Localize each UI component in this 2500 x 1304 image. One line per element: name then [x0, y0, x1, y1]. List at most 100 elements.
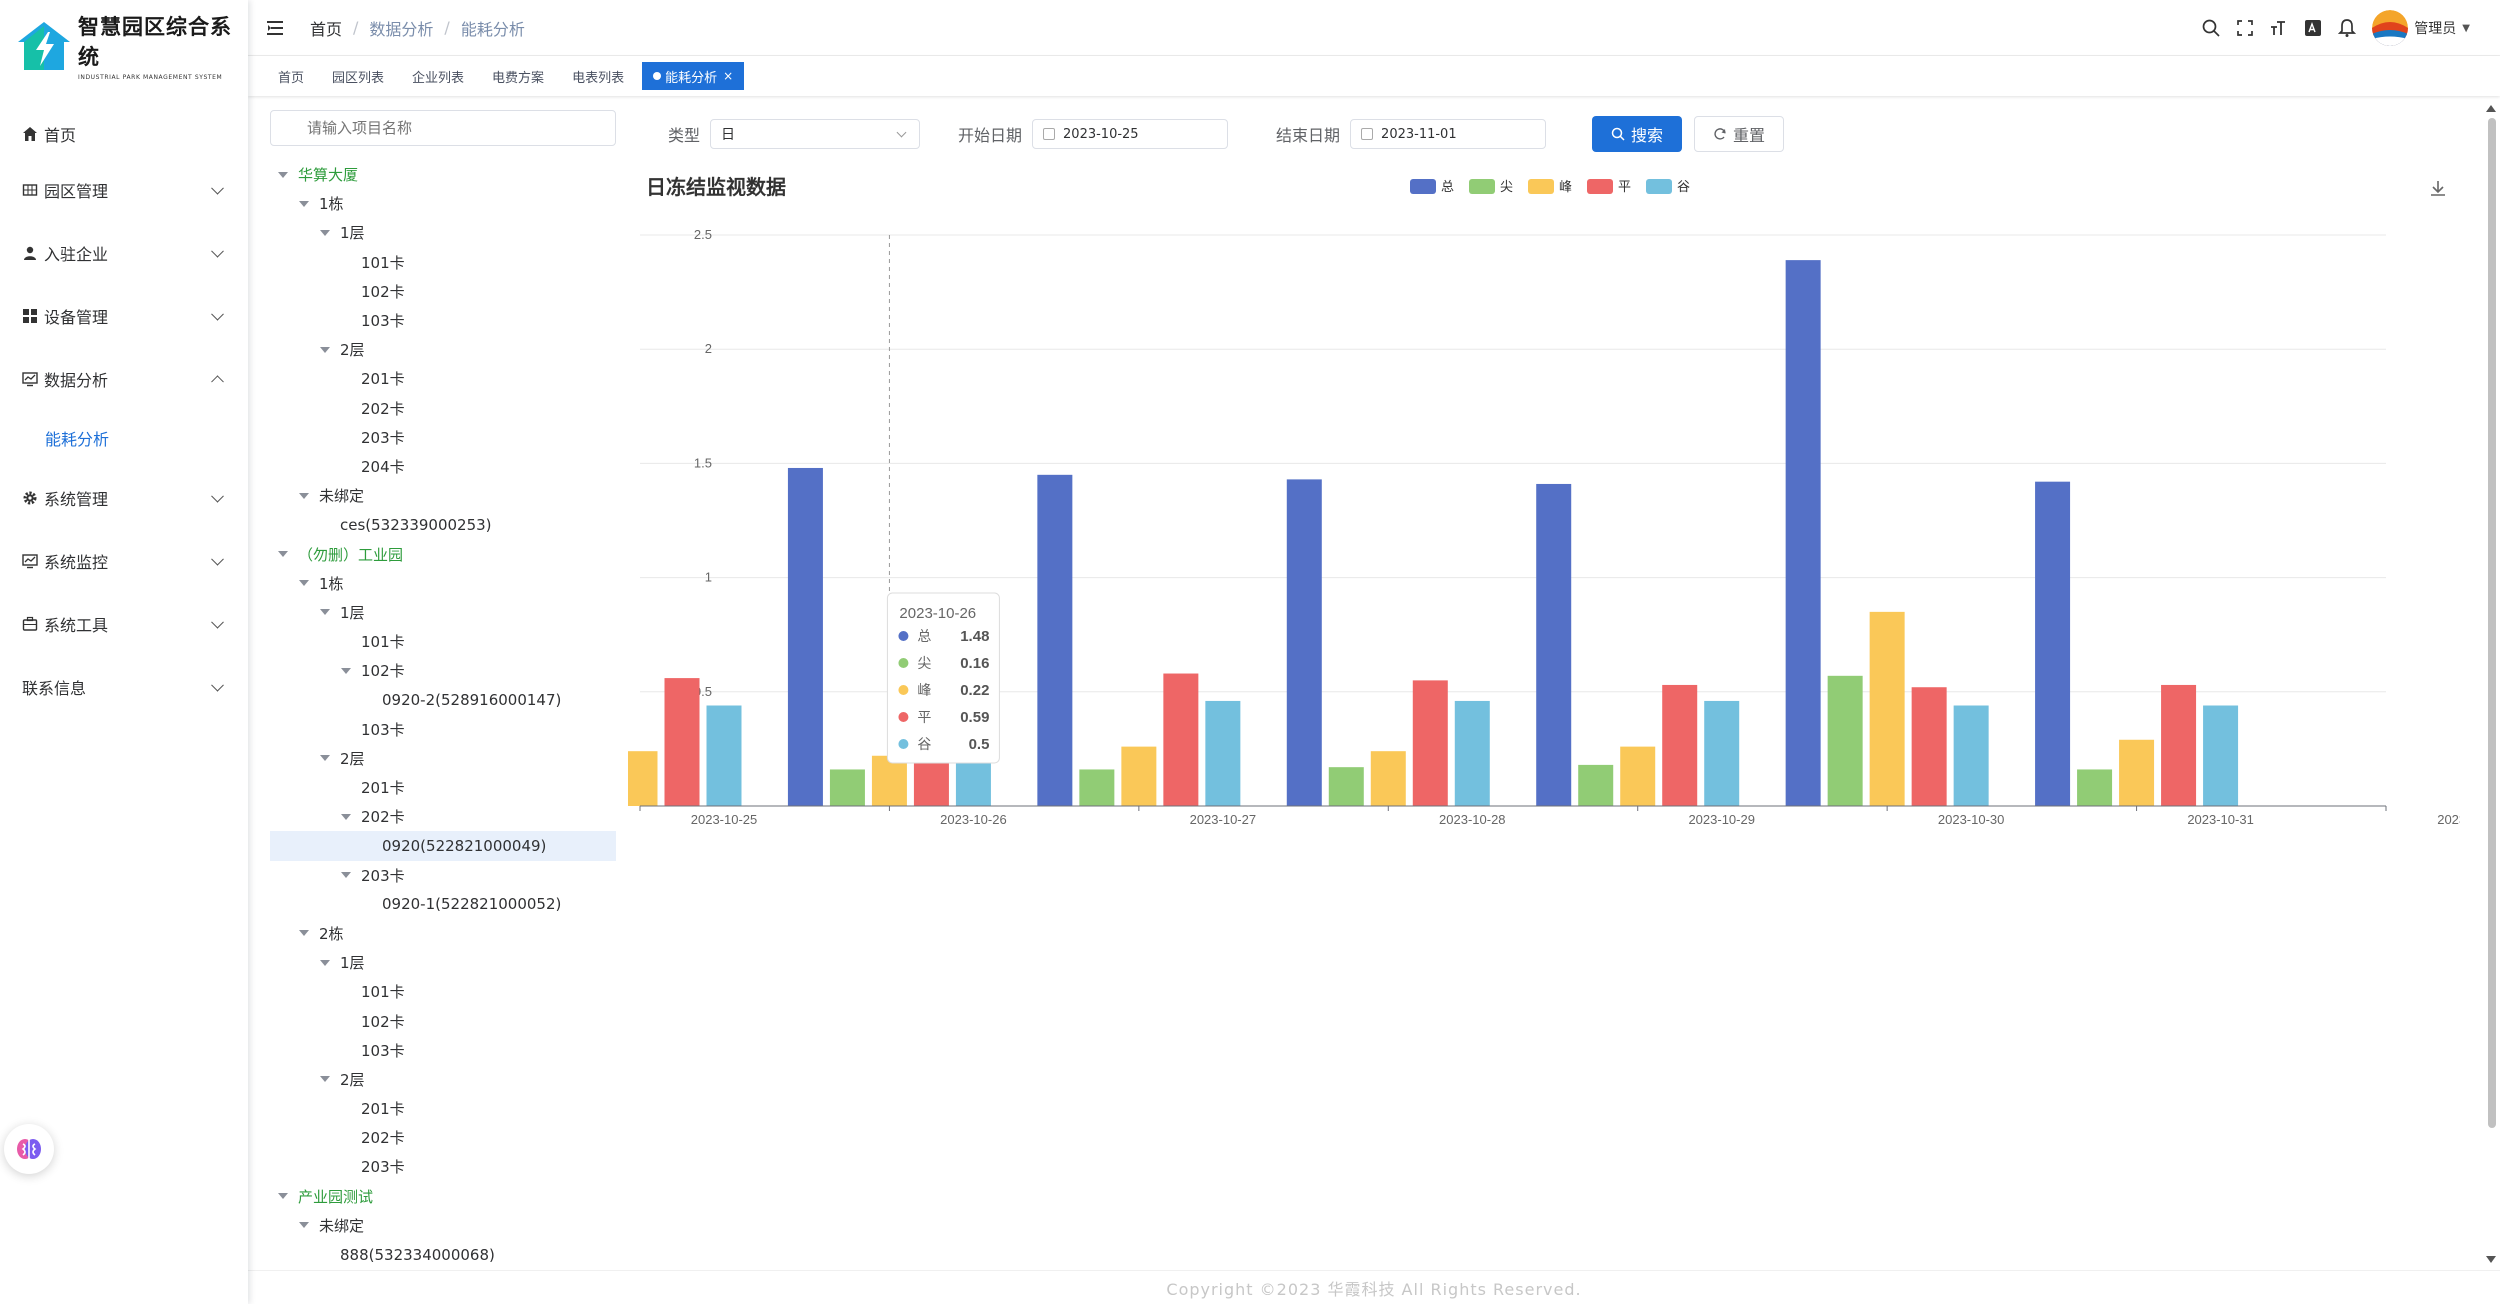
sidebar-subitem-energy[interactable]: 能耗分析 — [0, 410, 248, 466]
tree-node[interactable]: 产业园测试 — [270, 1182, 616, 1211]
tree-node[interactable]: 未绑定 — [270, 1211, 616, 1240]
page-scrollbar[interactable] — [2480, 100, 2500, 1270]
tree-node[interactable]: 101卡 — [270, 627, 616, 656]
search-button[interactable]: 搜索 — [1592, 116, 1683, 152]
tree-expand-icon[interactable] — [278, 171, 288, 178]
project-search-input[interactable] — [270, 110, 616, 146]
close-icon[interactable]: × — [723, 69, 733, 83]
tree-node[interactable]: 0920(522821000049) — [270, 831, 616, 861]
tree-expand-icon[interactable] — [320, 755, 330, 762]
user-name[interactable]: 管理员 — [2414, 18, 2456, 38]
tree-node[interactable]: 102卡 — [270, 277, 616, 306]
tag-enterprise-list[interactable]: 企业列表 — [402, 62, 475, 90]
tag-home[interactable]: 首页 — [268, 62, 315, 90]
tree-expand-icon[interactable] — [320, 229, 330, 236]
tree-node[interactable]: 102卡 — [270, 656, 616, 685]
tree-node[interactable]: 101卡 — [270, 977, 616, 1006]
tree-node[interactable]: 2层 — [270, 1065, 616, 1094]
tree-node[interactable]: 103卡 — [270, 715, 616, 744]
tree-node[interactable]: 0920-1(522821000052) — [270, 890, 616, 919]
tree-node[interactable]: 202卡 — [270, 394, 616, 423]
tag-electric-plan[interactable]: 电费方案 — [482, 62, 555, 90]
sidebar-item-device[interactable]: 设备管理 — [0, 284, 248, 347]
sidebar-item-monitor[interactable]: 系统监控 — [0, 529, 248, 592]
tree-node[interactable]: 201卡 — [270, 1094, 616, 1123]
avatar[interactable] — [2372, 10, 2409, 46]
tree-node[interactable]: 1层 — [270, 218, 616, 247]
bell-icon[interactable] — [2336, 17, 2358, 39]
scroll-up-icon[interactable] — [2484, 100, 2500, 120]
breadcrumb-item: 能耗分析 — [460, 19, 525, 39]
tree-node[interactable]: 2层 — [270, 744, 616, 773]
translate-icon[interactable] — [2302, 17, 2324, 39]
tree-node[interactable]: 201卡 — [270, 773, 616, 802]
tree-expand-icon[interactable] — [320, 609, 330, 616]
tree-node[interactable]: 202卡 — [270, 802, 616, 831]
end-date-picker[interactable]: 2023-11-01 — [1350, 119, 1547, 149]
tree-node[interactable]: 888(532334000068) — [270, 1240, 616, 1269]
breadcrumb-item[interactable]: 首页 — [310, 16, 342, 40]
tree-expand-icon[interactable] — [320, 959, 330, 966]
start-date-picker[interactable]: 2023-10-25 — [1032, 119, 1229, 149]
tree-expand-icon[interactable] — [299, 580, 309, 587]
tree-node[interactable]: 203卡 — [270, 1152, 616, 1181]
tree-node[interactable]: 103卡 — [270, 1036, 616, 1065]
tree-expand-icon[interactable] — [299, 930, 309, 937]
type-select[interactable]: 日 — [710, 119, 921, 149]
sidebar-item-system[interactable]: 系统管理 — [0, 466, 248, 529]
sidebar-item-park[interactable]: 园区管理 — [0, 158, 248, 221]
tree-node[interactable]: 103卡 — [270, 306, 616, 335]
tree-node[interactable]: 101卡 — [270, 248, 616, 277]
tree-expand-icon[interactable] — [341, 872, 351, 879]
breadcrumb-item[interactable]: 数据分析 — [369, 16, 433, 40]
scroll-down-icon[interactable] — [2484, 1250, 2500, 1270]
tree-expand-icon[interactable] — [320, 1076, 330, 1083]
tree-expand-icon[interactable] — [341, 813, 351, 820]
tree-node[interactable]: 1层 — [270, 948, 616, 977]
tree-node[interactable]: 202卡 — [270, 1123, 616, 1152]
tree-expand-icon[interactable] — [320, 346, 330, 353]
download-icon[interactable] — [2431, 181, 2445, 196]
tree-node[interactable]: 1层 — [270, 598, 616, 627]
scrollbar-thumb[interactable] — [2488, 118, 2496, 1128]
caret-down-icon[interactable]: ▼ — [2462, 23, 2470, 34]
tree-node[interactable]: 102卡 — [270, 1006, 616, 1035]
tree-expand-icon[interactable] — [278, 1193, 288, 1200]
tree-expand-icon[interactable] — [341, 667, 351, 674]
tree-expand-icon[interactable] — [299, 1222, 309, 1229]
tree-node[interactable]: 0920-2(528916000147) — [270, 685, 616, 714]
tag-energy-analysis[interactable]: 能耗分析 × — [642, 62, 745, 90]
tree-node[interactable]: 2栋 — [270, 919, 616, 948]
tree-node-label: 101卡 — [361, 633, 405, 652]
hamburger-icon[interactable] — [266, 18, 288, 38]
sidebar-item-analysis[interactable]: 数据分析 — [0, 347, 248, 410]
fullscreen-icon[interactable] — [2234, 17, 2256, 39]
font-size-icon[interactable] — [2268, 17, 2290, 39]
tree-expand-icon[interactable] — [299, 200, 309, 207]
tree-node[interactable]: 未绑定 — [270, 481, 616, 510]
tag-park-list[interactable]: 园区列表 — [322, 62, 395, 90]
ai-assistant-button[interactable] — [4, 1124, 54, 1174]
tree-node[interactable]: 204卡 — [270, 452, 616, 481]
sidebar-item-tools[interactable]: 系统工具 — [0, 592, 248, 655]
tree-node[interactable]: ces(532339000253) — [270, 510, 616, 539]
sidebar-item-home[interactable]: 首页 — [0, 110, 248, 158]
reset-button[interactable]: 重置 — [1694, 116, 1785, 152]
logo[interactable]: 智慧园区综合系统 INDUSTRIAL PARK MANAGEMENT SYST… — [0, 0, 248, 92]
enterprise-icon — [22, 245, 38, 261]
tree-node[interactable]: 2层 — [270, 335, 616, 364]
tree-node[interactable]: 1栋 — [270, 189, 616, 218]
tree-node[interactable]: 203卡 — [270, 861, 616, 890]
search-icon[interactable] — [2200, 17, 2222, 39]
tree-node[interactable]: （勿删）工业园 — [270, 539, 616, 568]
sidebar-item-enterprise[interactable]: 入驻企业 — [0, 221, 248, 284]
tree-expand-icon[interactable] — [278, 551, 288, 558]
tree-node[interactable]: 1栋 — [270, 569, 616, 598]
tree-node[interactable]: 203卡 — [270, 423, 616, 452]
sidebar-item-contact[interactable]: 联系信息 — [0, 655, 248, 718]
tree-expand-icon[interactable] — [299, 492, 309, 499]
tree-node[interactable]: 华算大厦 — [270, 160, 616, 189]
tree-node[interactable]: 201卡 — [270, 364, 616, 393]
tag-meter-list[interactable]: 电表列表 — [562, 62, 635, 90]
sidebar-subitem-label: 能耗分析 — [45, 430, 110, 449]
